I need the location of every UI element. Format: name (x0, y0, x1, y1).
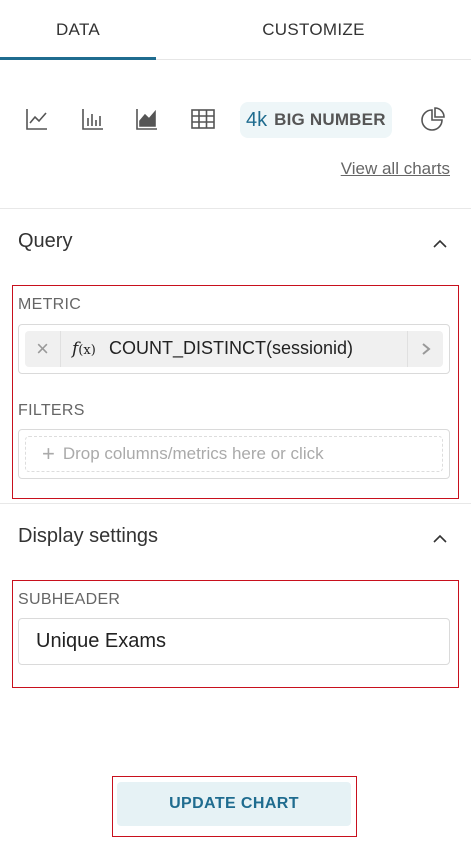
tab-customize[interactable]: CUSTOMIZE (156, 0, 471, 60)
big-number-icon: 4k (246, 108, 268, 131)
metric-value: COUNT_DISTINCT(sessionid) (109, 338, 354, 358)
display-settings-title: Display settings (18, 525, 159, 547)
filters-field: + Drop columns/metrics here or click (18, 429, 450, 479)
filters-placeholder: Drop columns/metrics here or click (62, 444, 324, 463)
function-icon: f(x) (72, 339, 96, 359)
tab-bar: DATA CUSTOMIZE (0, 0, 471, 60)
big-number-label: BIG NUMBER (274, 110, 386, 129)
pie-chart-icon[interactable] (420, 106, 446, 132)
subheader-label: SUBHEADER (18, 591, 121, 608)
chevron-up-icon[interactable] (431, 530, 449, 548)
view-all-charts-link[interactable]: View all charts (341, 159, 450, 179)
metric-pill[interactable]: × f(x) COUNT_DISTINCT(sessionid) (25, 331, 443, 367)
area-chart-icon[interactable] (134, 106, 160, 132)
subheader-input[interactable] (18, 618, 450, 665)
big-number-chart-option[interactable]: 4k BIG NUMBER (240, 102, 392, 138)
filters-drop-zone[interactable]: + Drop columns/metrics here or click (25, 436, 443, 472)
line-chart-icon[interactable] (24, 106, 50, 132)
query-section-title: Query (18, 230, 73, 252)
metric-field: × f(x) COUNT_DISTINCT(sessionid) (18, 324, 450, 374)
remove-metric-icon[interactable]: × (25, 331, 61, 367)
chevron-right-icon[interactable] (407, 331, 443, 367)
chart-type-selector: 4k BIG NUMBER (0, 100, 471, 140)
tab-data[interactable]: DATA (0, 0, 156, 60)
update-chart-button[interactable]: UPDATE CHART (117, 782, 351, 826)
table-icon[interactable] (190, 106, 216, 132)
chevron-up-icon[interactable] (431, 235, 449, 253)
active-tab-indicator (0, 57, 156, 60)
plus-icon: + (42, 441, 55, 466)
filters-label: FILTERS (18, 402, 85, 419)
bar-chart-icon[interactable] (80, 106, 106, 132)
divider (0, 208, 471, 209)
divider (0, 503, 471, 504)
metric-label: METRIC (18, 296, 82, 313)
